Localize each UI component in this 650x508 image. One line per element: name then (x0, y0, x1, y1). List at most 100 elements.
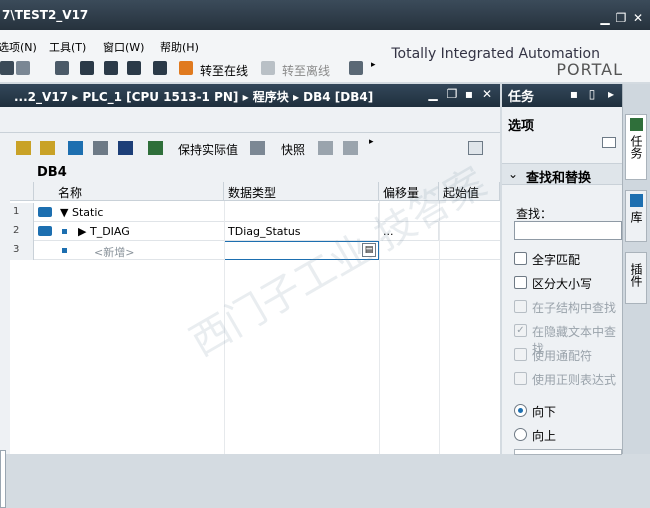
restore-icon[interactable]: ❐ (614, 12, 628, 24)
float-tasks-icon[interactable]: ▪ (568, 88, 580, 101)
collapse-all-icon[interactable] (93, 141, 108, 155)
menu-options[interactable]: 选项(N) (0, 39, 37, 55)
pin-tasks-icon[interactable]: ▯ (586, 88, 598, 101)
block-name-row: DB4 (0, 163, 500, 182)
column-divider (379, 201, 380, 454)
keep-actual-values-button[interactable]: 保持实际值 (178, 141, 238, 158)
snapshot-button[interactable]: 快照 (281, 141, 305, 158)
expand-arrow-icon[interactable]: ▶ (78, 225, 90, 238)
direction-up-radio[interactable]: 向上 (514, 427, 622, 443)
close-icon[interactable]: ✕ (631, 12, 645, 24)
tasks-header: 任务 ▪ ▯ ▸ (502, 84, 622, 107)
collapse-arrow-icon[interactable]: ▼ (60, 206, 72, 219)
libraries-tab-icon (630, 194, 643, 207)
datatype-input[interactable] (224, 241, 379, 260)
tia-brand: Totally Integrated Automation PORTAL (385, 30, 650, 82)
copy-snapshot-icon[interactable] (318, 141, 333, 155)
title-bar: 7\TEST2_V17 ▁ ❐ ✕ (0, 0, 650, 30)
menu-window[interactable]: 窗口(W) (103, 39, 144, 55)
table-row[interactable]: 3 <新增> ▤ (10, 241, 500, 260)
table-row[interactable]: 2 ▶ T_DIAG TDiag_Status ... (10, 222, 500, 241)
row-number: 2 (10, 222, 34, 241)
find-label: 查找： (516, 207, 553, 221)
col-name[interactable]: 名称 (34, 182, 224, 201)
monitor-icon[interactable] (148, 141, 163, 155)
menu-tools[interactable]: 工具(T) (49, 39, 86, 55)
col-datatype[interactable]: 数据类型 (224, 182, 379, 201)
list-icon[interactable] (118, 141, 133, 155)
data-block-table: 名称 数据类型 偏移量 起始值 1 ▼ Static 2 ▶ T_DIAG TD… (10, 182, 500, 454)
close-editor-icon[interactable]: ✕ (481, 88, 493, 101)
side-tabs: 任务 库 插件 (622, 84, 650, 454)
find-button[interactable] (514, 449, 622, 455)
download-icon[interactable] (0, 61, 14, 75)
add-row-icon[interactable] (40, 141, 55, 155)
menu-help[interactable]: 帮助(H) (160, 39, 199, 55)
collapse-tasks-icon[interactable]: ▸ (605, 88, 617, 101)
interface-icon (38, 226, 52, 236)
expand-all-icon[interactable] (68, 141, 83, 155)
insert-row-icon[interactable] (16, 141, 31, 155)
row-offset: ... (379, 222, 439, 241)
interface-icon (38, 207, 52, 217)
left-edge (0, 182, 10, 508)
go-online-icon[interactable] (179, 61, 193, 75)
start-simulation-icon[interactable] (127, 61, 141, 75)
add-new-row[interactable]: <新增> (90, 241, 224, 260)
more-editor-tools-icon[interactable]: ▸ (369, 137, 374, 147)
layout-icon[interactable] (602, 137, 616, 148)
upload-from-device-icon[interactable] (104, 61, 118, 75)
maximize-editor-icon[interactable]: ▪ (463, 88, 475, 101)
row-number: 3 (10, 241, 34, 260)
col-start-value[interactable]: 起始值 (439, 182, 500, 201)
block-name: DB4 (37, 165, 67, 180)
search-substructures-checkbox[interactable]: 在子结构中查找 (514, 299, 622, 315)
options-title: 选项 (508, 119, 535, 134)
undo-icon[interactable] (16, 61, 30, 75)
row-type[interactable] (224, 203, 379, 222)
find-input[interactable] (514, 221, 622, 240)
datatype-picker-icon[interactable]: ▤ (362, 243, 376, 257)
table-row[interactable]: 1 ▼ Static (10, 203, 500, 222)
find-replace-title: 查找和替换 (526, 171, 592, 186)
match-case-checkbox[interactable]: 区分大小写 (514, 275, 622, 291)
tab-libraries[interactable]: 库 (625, 190, 647, 242)
runtime-icon[interactable] (153, 61, 167, 75)
whole-word-checkbox[interactable]: 全字匹配 (514, 251, 622, 267)
breadcrumb: ...2_V17 ▸ PLC_1 [CPU 1513-1 PN] ▸ 程序块 ▸… (14, 90, 374, 104)
go-offline-button[interactable]: 转至离线 (282, 62, 330, 79)
use-regex-checkbox[interactable]: 使用正则表达式 (514, 371, 622, 387)
col-offset[interactable]: 偏移量 (379, 182, 439, 201)
go-online-button[interactable]: 转至在线 (200, 62, 248, 79)
tab-plugins[interactable]: 插件 (625, 252, 647, 304)
tasks-panel: 选项 ⌄ 查找和替换 查找： 全字匹配 区分大小写 在子结构中查找 ✓ 在隐藏文本… (502, 107, 622, 455)
tasks-header-title: 任务 (508, 90, 535, 105)
accessible-devices-icon[interactable] (349, 61, 363, 75)
go-offline-icon[interactable] (261, 61, 275, 75)
row-name-cell: ▶ T_DIAG (74, 222, 224, 241)
download-to-device-icon[interactable] (80, 61, 94, 75)
column-divider (224, 201, 225, 454)
float-editor-icon[interactable]: ❐ (446, 88, 458, 101)
row-type[interactable]: TDiag_Status (224, 222, 379, 241)
search-hidden-text-checkbox[interactable]: ✓ 在隐藏文本中查找 (514, 323, 622, 356)
more-toolbar-icon[interactable]: ▸ (371, 60, 376, 70)
row-name: Static (71, 206, 104, 219)
snapshot-icon[interactable] (250, 141, 265, 155)
direction-down-radio[interactable]: 向下 (514, 403, 622, 419)
tab-tasks[interactable]: 任务 (625, 114, 647, 180)
overview-icon[interactable] (468, 141, 483, 155)
chevron-down-icon[interactable]: ⌄ (508, 167, 518, 181)
find-replace-section[interactable]: ⌄ 查找和替换 (502, 163, 622, 186)
editor-tab-strip (0, 107, 500, 133)
row-name: T_DIAG (89, 225, 130, 238)
compile-icon[interactable] (55, 61, 69, 75)
project-tree-tab[interactable] (0, 450, 6, 508)
copy-startvalues-icon[interactable] (343, 141, 358, 155)
minimize-icon[interactable]: ▁ (598, 12, 612, 24)
editor-toolbar: 保持实际值 快照 ▸ (0, 133, 500, 163)
use-wildcards-checkbox[interactable]: 使用通配符 (514, 347, 622, 363)
minimize-editor-icon[interactable]: ▁ (427, 88, 439, 101)
row-number: 1 (10, 203, 34, 222)
menu-bar: 选项(N) 工具(T) 窗口(W) 帮助(H) (0, 30, 385, 56)
